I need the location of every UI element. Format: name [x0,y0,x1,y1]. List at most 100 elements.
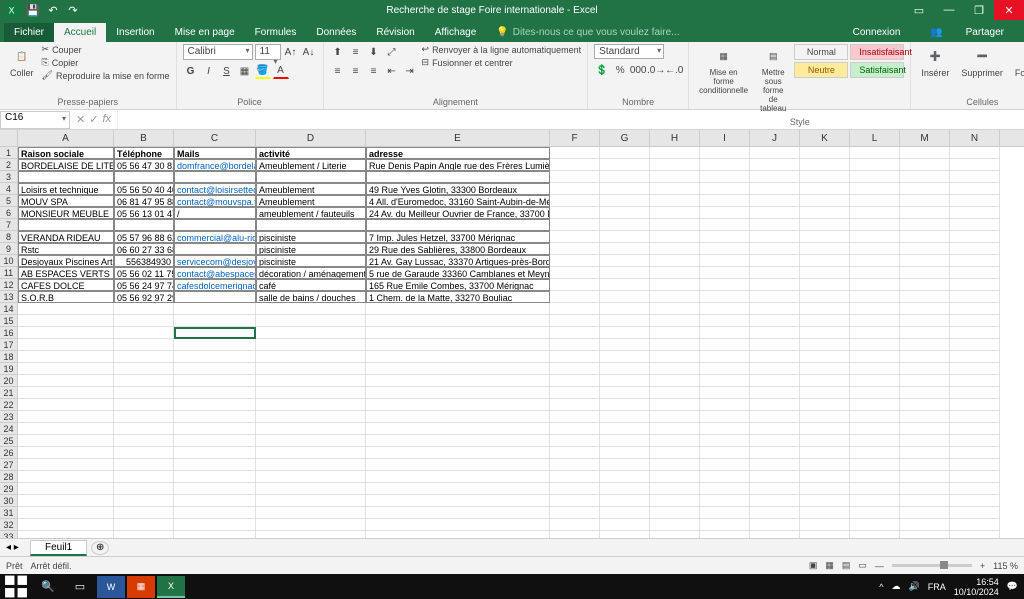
cell[interactable] [800,483,850,495]
cell[interactable] [18,435,114,447]
cell[interactable] [650,231,700,243]
cell[interactable] [950,531,1000,538]
cell[interactable] [256,375,366,387]
cell[interactable] [950,231,1000,243]
cell[interactable]: BORDELAISE DE LITERIE [18,159,114,171]
cell[interactable] [18,387,114,399]
cell[interactable] [700,183,750,195]
font-size-dropdown[interactable]: 11 [255,44,281,60]
cell[interactable] [950,399,1000,411]
col-header-E[interactable]: E [366,130,550,146]
cell[interactable] [750,351,800,363]
cell[interactable] [700,303,750,315]
redo-icon[interactable]: ↷ [66,3,80,17]
col-header-K[interactable]: K [800,130,850,146]
cell[interactable] [750,459,800,471]
style-neutral[interactable]: Neutre [794,62,848,78]
cell[interactable] [700,267,750,279]
cell[interactable] [850,483,900,495]
cell[interactable] [800,195,850,207]
cell[interactable] [600,327,650,339]
cell[interactable] [850,459,900,471]
ribbon-options-icon[interactable]: ▭ [904,0,934,20]
tab-revision[interactable]: Révision [366,23,424,42]
col-header-N[interactable]: N [950,130,1000,146]
cell[interactable]: pisciniste [256,231,366,243]
cell[interactable]: adresse [366,147,550,159]
cell[interactable] [600,255,650,267]
cell[interactable] [114,483,174,495]
cell[interactable] [900,423,950,435]
cell[interactable] [18,447,114,459]
cell[interactable] [174,483,256,495]
style-good[interactable]: Satisfaisant [850,62,904,78]
cell[interactable]: VERANDA RIDEAU [18,231,114,243]
cell[interactable] [550,471,600,483]
cell[interactable] [850,303,900,315]
row-header[interactable]: 28 [0,471,18,483]
font-name-dropdown[interactable]: Calibri [183,44,253,60]
cell[interactable] [700,255,750,267]
cell[interactable] [900,531,950,538]
cell[interactable] [366,399,550,411]
cell[interactable] [750,231,800,243]
cell[interactable] [650,363,700,375]
cell[interactable] [174,171,256,183]
cell[interactable] [366,507,550,519]
cell[interactable] [114,327,174,339]
cell[interactable] [800,447,850,459]
cell[interactable] [366,471,550,483]
cell[interactable] [850,399,900,411]
cell[interactable] [114,447,174,459]
cell[interactable] [950,255,1000,267]
cell[interactable]: 4 All. d'Euromedoc, 33160 Saint-Aubin-de… [366,195,550,207]
cell[interactable] [900,519,950,531]
cell[interactable] [600,483,650,495]
cell[interactable]: activité [256,147,366,159]
style-bad[interactable]: Insatisfaisant [850,44,904,60]
formula-input[interactable] [117,111,1024,129]
cell[interactable] [18,483,114,495]
cell[interactable] [850,339,900,351]
cell[interactable] [900,339,950,351]
cell[interactable] [700,171,750,183]
tab-accueil[interactable]: Accueil [54,23,106,42]
cell[interactable] [700,399,750,411]
cell[interactable] [600,411,650,423]
cell[interactable] [950,291,1000,303]
row-header[interactable]: 19 [0,363,18,375]
tray-time[interactable]: 16:54 [954,577,999,587]
cell[interactable] [750,195,800,207]
row-header[interactable]: 6 [0,207,18,219]
cell[interactable] [900,267,950,279]
cell[interactable] [700,243,750,255]
cell[interactable] [600,399,650,411]
cell[interactable] [600,231,650,243]
row-header[interactable]: 25 [0,435,18,447]
row-header[interactable]: 5 [0,195,18,207]
cell[interactable]: Desjoyaux Piscines Artigu [18,255,114,267]
cell[interactable] [366,351,550,363]
cut-button[interactable]: ✂Couper [42,44,170,55]
cell[interactable] [256,315,366,327]
cell[interactable] [550,207,600,219]
cell[interactable] [650,351,700,363]
cell[interactable] [900,315,950,327]
cell[interactable] [700,351,750,363]
cell[interactable] [950,279,1000,291]
cell[interactable]: Loisirs et technique [18,183,114,195]
row-header[interactable]: 17 [0,339,18,351]
cell[interactable] [550,315,600,327]
cell[interactable] [174,447,256,459]
cell[interactable] [750,531,800,538]
cell[interactable] [550,339,600,351]
cell[interactable] [800,399,850,411]
align-top-icon[interactable]: ⬆ [330,44,346,60]
cell[interactable] [850,171,900,183]
cell[interactable] [256,519,366,531]
cell[interactable] [950,447,1000,459]
fill-color-button[interactable]: 🪣 [255,63,271,79]
row-header[interactable]: 4 [0,183,18,195]
cell[interactable]: 7 Imp. Jules Hetzel, 33700 Mérignac [366,231,550,243]
col-header-G[interactable]: G [600,130,650,146]
